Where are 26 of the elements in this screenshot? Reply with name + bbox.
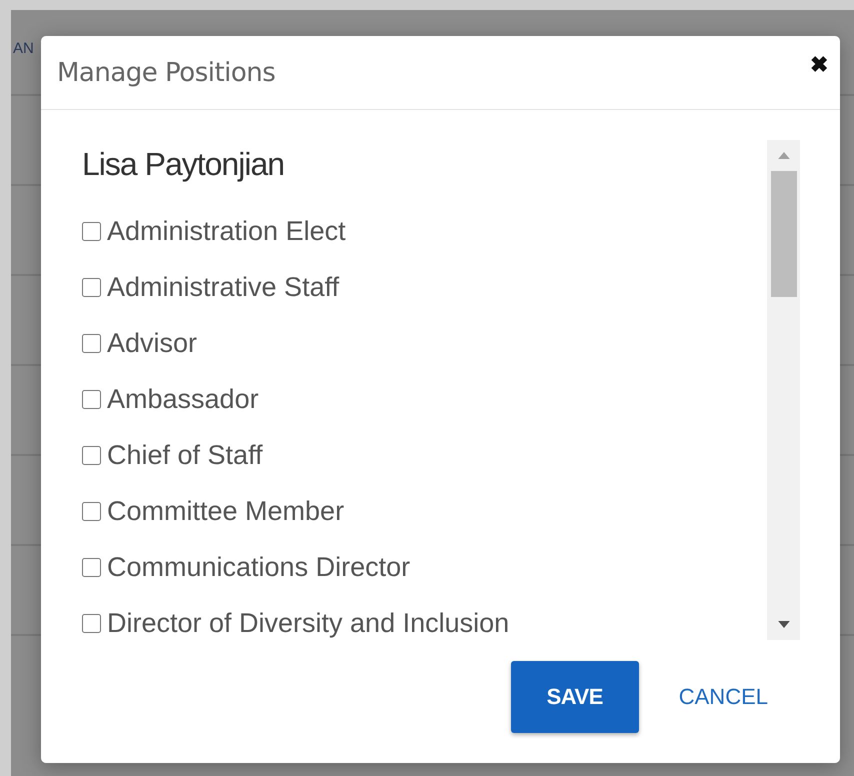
position-label[interactable]: Communications Director — [107, 552, 410, 582]
position-label[interactable]: Administration Elect — [107, 216, 346, 246]
position-label[interactable]: Chief of Staff — [107, 440, 263, 470]
scrollbar[interactable] — [767, 140, 800, 640]
dialog-title: Manage Positions — [57, 58, 276, 88]
scroll-down-icon[interactable] — [778, 621, 790, 628]
position-label[interactable]: Advisor — [107, 328, 198, 358]
checkbox[interactable] — [82, 334, 101, 352]
position-label[interactable]: Ambassador — [107, 384, 259, 414]
checkbox[interactable] — [82, 390, 101, 408]
position-label[interactable]: Director of Diversity and Inclusion — [107, 608, 510, 638]
column-header: AN — [13, 40, 34, 57]
scroll-up-icon[interactable] — [778, 152, 790, 159]
checkbox[interactable] — [82, 502, 101, 520]
cancel-button[interactable]: CANCEL — [648, 674, 768, 720]
checkbox[interactable] — [82, 614, 101, 632]
save-button[interactable]: SAVE — [510, 661, 639, 733]
checkbox[interactable] — [82, 278, 101, 296]
checkbox[interactable] — [82, 222, 101, 240]
position-label[interactable]: Administrative Staff — [107, 272, 340, 302]
checkbox[interactable] — [82, 558, 101, 576]
person-name: Lisa Paytonjian — [82, 146, 286, 183]
position-label[interactable]: Committee Member — [107, 496, 344, 526]
close-button[interactable]: ✖ — [810, 52, 828, 78]
scroll-thumb[interactable] — [770, 171, 796, 297]
checkbox[interactable] — [82, 446, 101, 464]
